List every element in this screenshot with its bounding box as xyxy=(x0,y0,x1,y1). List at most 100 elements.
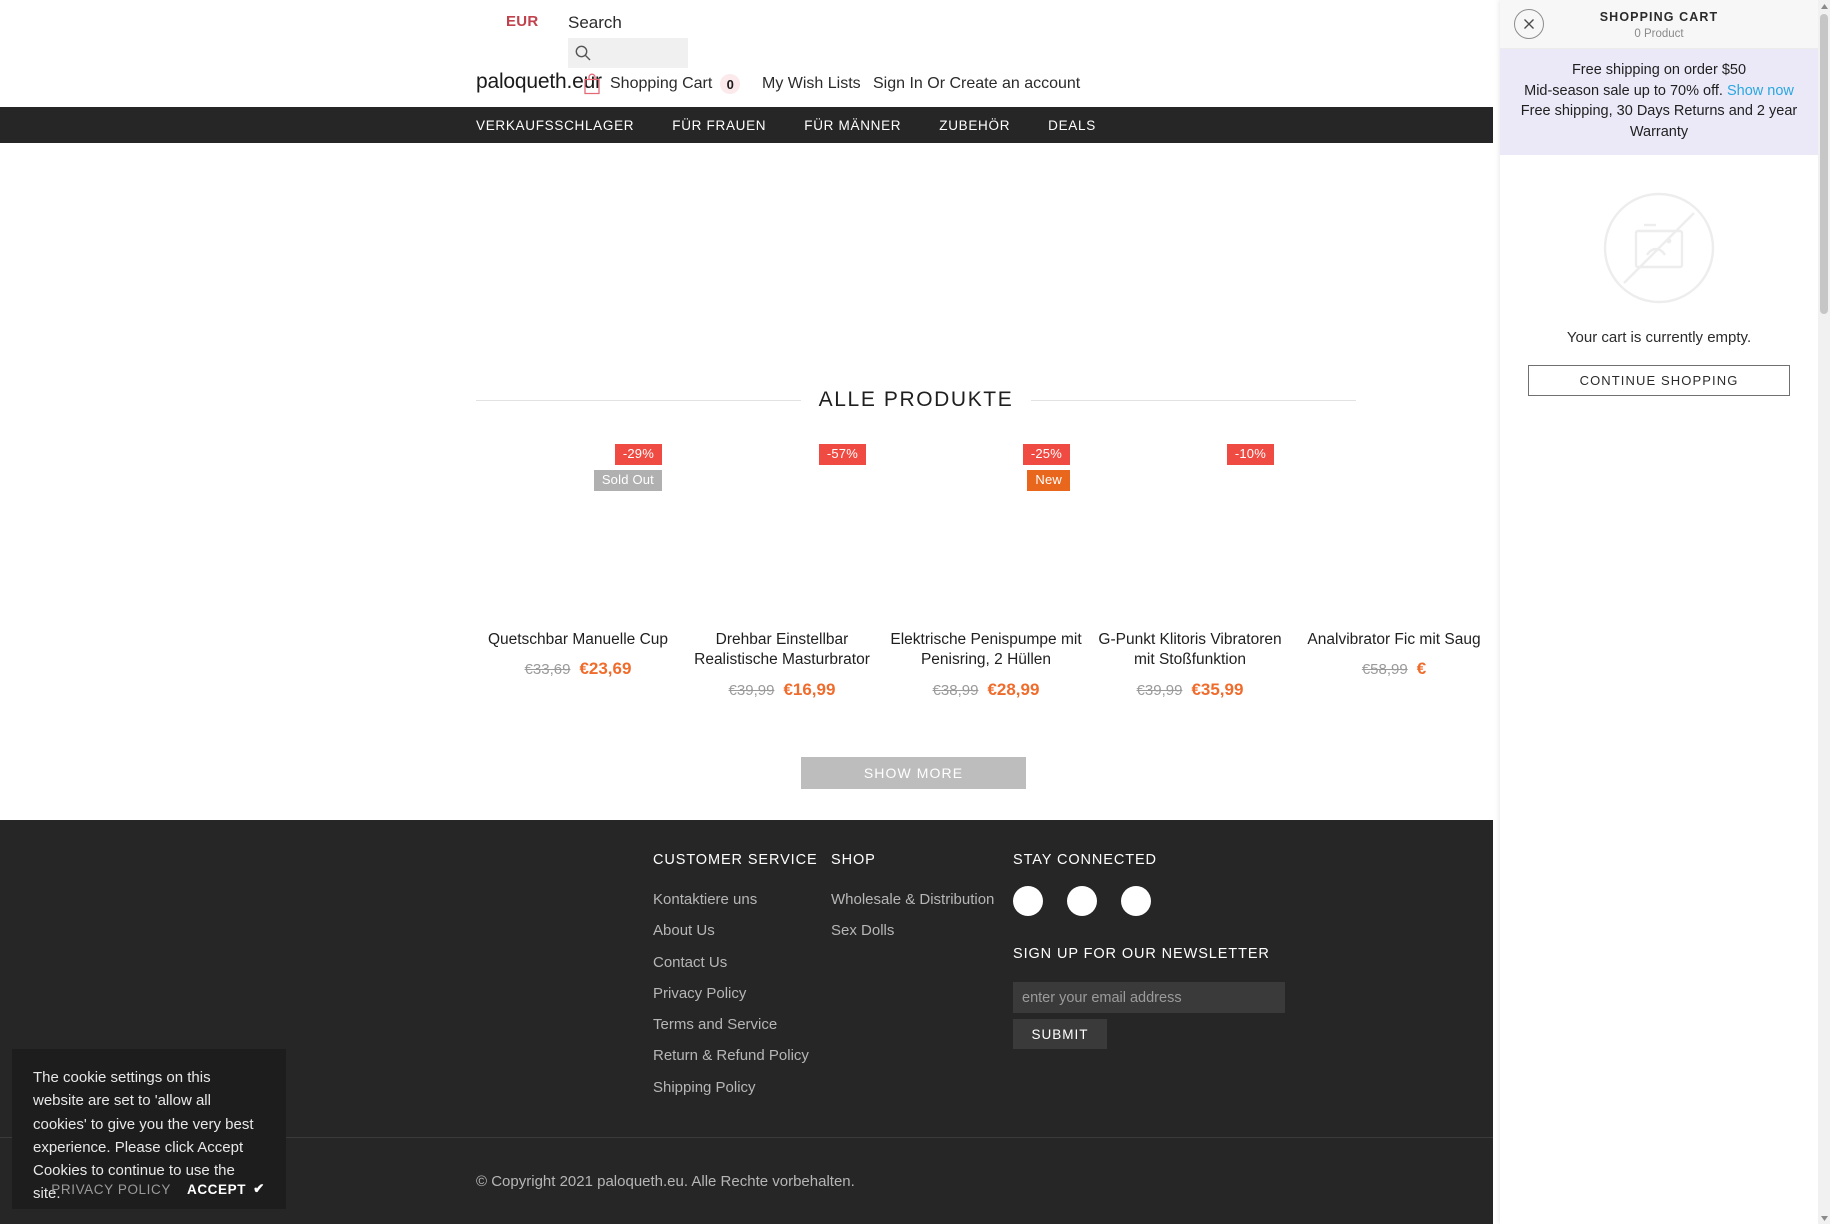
cart-promo-banner: Free shipping on order $50 Mid-season sa… xyxy=(1500,49,1818,156)
footer-link-sex-dolls[interactable]: Sex Dolls xyxy=(831,921,1013,941)
cart-drawer-count: 0 Product xyxy=(1634,28,1684,40)
price-sale: € xyxy=(1416,659,1427,679)
price-sale: €28,99 xyxy=(987,679,1040,699)
product-image[interactable]: -29% Sold Out xyxy=(476,430,680,620)
footer-link-kontaktiere-uns[interactable]: Kontaktiere uns xyxy=(653,890,831,910)
product-image[interactable] xyxy=(1292,430,1493,620)
badge-group: -29% Sold Out xyxy=(593,444,662,491)
page-title: ALLE PRODUKTE xyxy=(818,388,1014,411)
product-card[interactable]: -25% New Elektrische Penispumpe mit Peni… xyxy=(884,430,1088,730)
badge-group: -25% New xyxy=(1022,444,1070,491)
product-title[interactable]: Quetschbar Manuelle Cup xyxy=(476,630,680,650)
nav-item-deals[interactable]: DEALS xyxy=(1048,118,1096,133)
promo-line-2: Mid-season sale up to 70% off. Show now xyxy=(1514,81,1804,102)
footer-link-wholesale-distribution[interactable]: Wholesale & Distribution xyxy=(831,890,1013,910)
price-original: €58,99 xyxy=(1361,661,1408,679)
cart-drawer-header: SHOPPING CART 0 Product xyxy=(1500,0,1818,49)
product-image[interactable]: -25% New xyxy=(884,430,1088,620)
instagram-icon[interactable] xyxy=(1121,886,1151,916)
wishlist-link[interactable]: My Wish Lists xyxy=(762,75,861,93)
product-prices: €33,69 €23,69 xyxy=(476,659,680,679)
section-header: ALLE PRODUKTE xyxy=(476,385,1356,415)
cart-drawer-title: SHOPPING CART xyxy=(1599,10,1719,24)
scroll-down-arrow-icon[interactable] xyxy=(1818,1212,1830,1224)
shopping-bag-icon xyxy=(582,72,602,96)
footer-link-privacy-policy[interactable]: Privacy Policy xyxy=(653,984,831,1004)
show-more-button[interactable]: SHOW MORE xyxy=(801,757,1026,789)
price-sale: €35,99 xyxy=(1191,679,1244,699)
social-links xyxy=(1013,886,1303,916)
divider-left xyxy=(476,399,801,401)
nav-item-zubehoer[interactable]: ZUBEHÖR xyxy=(939,118,1010,133)
product-grid: -29% Sold Out Quetschbar Manuelle Cup €3… xyxy=(476,430,1493,730)
search-icon[interactable] xyxy=(574,44,592,62)
price-original: €39,99 xyxy=(1136,681,1183,699)
newsletter-heading: SIGN UP FOR OUR NEWSLETTER xyxy=(1013,946,1270,962)
footer-column-social: STAY CONNECTED SIGN UP FOR OUR NEWSLETTE… xyxy=(1013,852,1303,1109)
signin-link[interactable]: Sign In Or Create an account xyxy=(873,75,1080,93)
cookie-privacy-policy-link[interactable]: PRIVACY POLICY xyxy=(51,1182,171,1197)
product-image[interactable]: -10% xyxy=(1088,430,1292,620)
currency-selector[interactable]: EUR xyxy=(506,13,539,30)
continue-shopping-button[interactable]: CONTINUE SHOPPING xyxy=(1528,365,1790,397)
product-card[interactable]: -29% Sold Out Quetschbar Manuelle Cup €3… xyxy=(476,430,680,730)
promo-show-now-link[interactable]: Show now xyxy=(1727,83,1794,99)
discount-badge: -10% xyxy=(1226,444,1274,465)
site-content: EUR Search paloqueth.eur Shopping Cart 0… xyxy=(0,0,1493,1224)
footer-column-shop: SHOP Wholesale & Distribution Sex Dolls xyxy=(831,852,1013,1109)
cart-label: Shopping Cart xyxy=(610,75,713,92)
product-title[interactable]: Drehbar Einstellbar Realistische Masturb… xyxy=(680,630,884,671)
page-root: EUR Search paloqueth.eur Shopping Cart 0… xyxy=(0,0,1830,1224)
page-scrollbar[interactable] xyxy=(1818,0,1830,1224)
product-prices: €58,99 € xyxy=(1292,659,1493,679)
product-prices: €39,99 €35,99 xyxy=(1088,680,1292,700)
nav-item-fuer-maenner[interactable]: FÜR MÄNNER xyxy=(804,118,901,133)
price-sale: €16,99 xyxy=(783,679,836,699)
product-card[interactable]: -57% Drehbar Einstellbar Realistische Ma… xyxy=(680,430,884,730)
sold-out-badge: Sold Out xyxy=(593,469,662,491)
footer-heading: STAY CONNECTED xyxy=(1013,852,1157,868)
scrollbar-thumb[interactable] xyxy=(1820,14,1828,314)
discount-badge: -29% xyxy=(614,444,662,465)
footer-link-about-us[interactable]: About Us xyxy=(653,921,831,941)
price-original: €33,69 xyxy=(524,661,571,679)
product-title[interactable]: G-Punkt Klitoris Vibratoren mit Stoßfunk… xyxy=(1088,630,1292,671)
footer-link-terms-and-service[interactable]: Terms and Service xyxy=(653,1015,831,1035)
no-image-icon xyxy=(1600,189,1718,307)
promo-line-3: Free shipping, 30 Days Returns and 2 yea… xyxy=(1520,103,1798,140)
newsletter-submit-button[interactable]: SUBMIT xyxy=(1013,1019,1107,1049)
footer-link-shipping-policy[interactable]: Shipping Policy xyxy=(653,1078,831,1098)
cookie-actions: PRIVACY POLICY ACCEPT ✔ xyxy=(51,1181,265,1197)
copyright-text: © Copyright 2021 paloqueth.eu. Alle Rech… xyxy=(476,1173,855,1190)
price-original: €39,99 xyxy=(728,681,775,699)
cart-empty-state: Your cart is currently empty. CONTINUE S… xyxy=(1500,189,1818,397)
promo-line-2-text: Mid-season sale up to 70% off. xyxy=(1524,82,1727,99)
footer-column-customer-service: CUSTOMER SERVICE Kontaktiere uns About U… xyxy=(653,852,831,1109)
product-image[interactable]: -57% xyxy=(680,430,884,620)
product-card[interactable]: -10% G-Punkt Klitoris Vibratoren mit Sto… xyxy=(1088,430,1292,730)
footer-link-contact-us[interactable]: Contact Us xyxy=(653,953,831,973)
footer-heading: SHOP xyxy=(831,852,876,868)
cookie-accept-button[interactable]: ACCEPT ✔ xyxy=(187,1181,265,1197)
search-label: Search xyxy=(568,13,622,32)
product-title[interactable]: Elektrische Penispumpe mit Penisring, 2 … xyxy=(884,630,1088,671)
badge-group: -57% xyxy=(818,444,866,465)
cookie-consent-banner: The cookie settings on this website are … xyxy=(12,1049,286,1209)
scroll-up-arrow-icon[interactable] xyxy=(1818,0,1830,12)
cart-link[interactable]: Shopping Cart 0 xyxy=(582,72,741,96)
product-prices: €38,99 €28,99 xyxy=(884,680,1088,700)
discount-badge: -57% xyxy=(818,444,866,465)
cart-count-badge: 0 xyxy=(720,74,741,94)
facebook-icon[interactable] xyxy=(1013,886,1043,916)
price-original: €38,99 xyxy=(932,681,979,699)
newsletter-email-input[interactable] xyxy=(1013,982,1285,1013)
product-card[interactable]: Analvibrator Fic mit Saug €58,99 € xyxy=(1292,430,1493,730)
footer-link-return-refund-policy[interactable]: Return & Refund Policy xyxy=(653,1046,831,1066)
discount-badge: -25% xyxy=(1022,444,1070,465)
twitter-icon[interactable] xyxy=(1067,886,1097,916)
price-sale: €23,69 xyxy=(579,659,632,679)
nav-item-verkaufsschlager[interactable]: VERKAUFSSCHLAGER xyxy=(476,118,634,133)
nav-item-fuer-frauen[interactable]: FÜR FRAUEN xyxy=(672,118,766,133)
product-prices: €39,99 €16,99 xyxy=(680,680,884,700)
product-title[interactable]: Analvibrator Fic mit Saug xyxy=(1292,630,1493,650)
